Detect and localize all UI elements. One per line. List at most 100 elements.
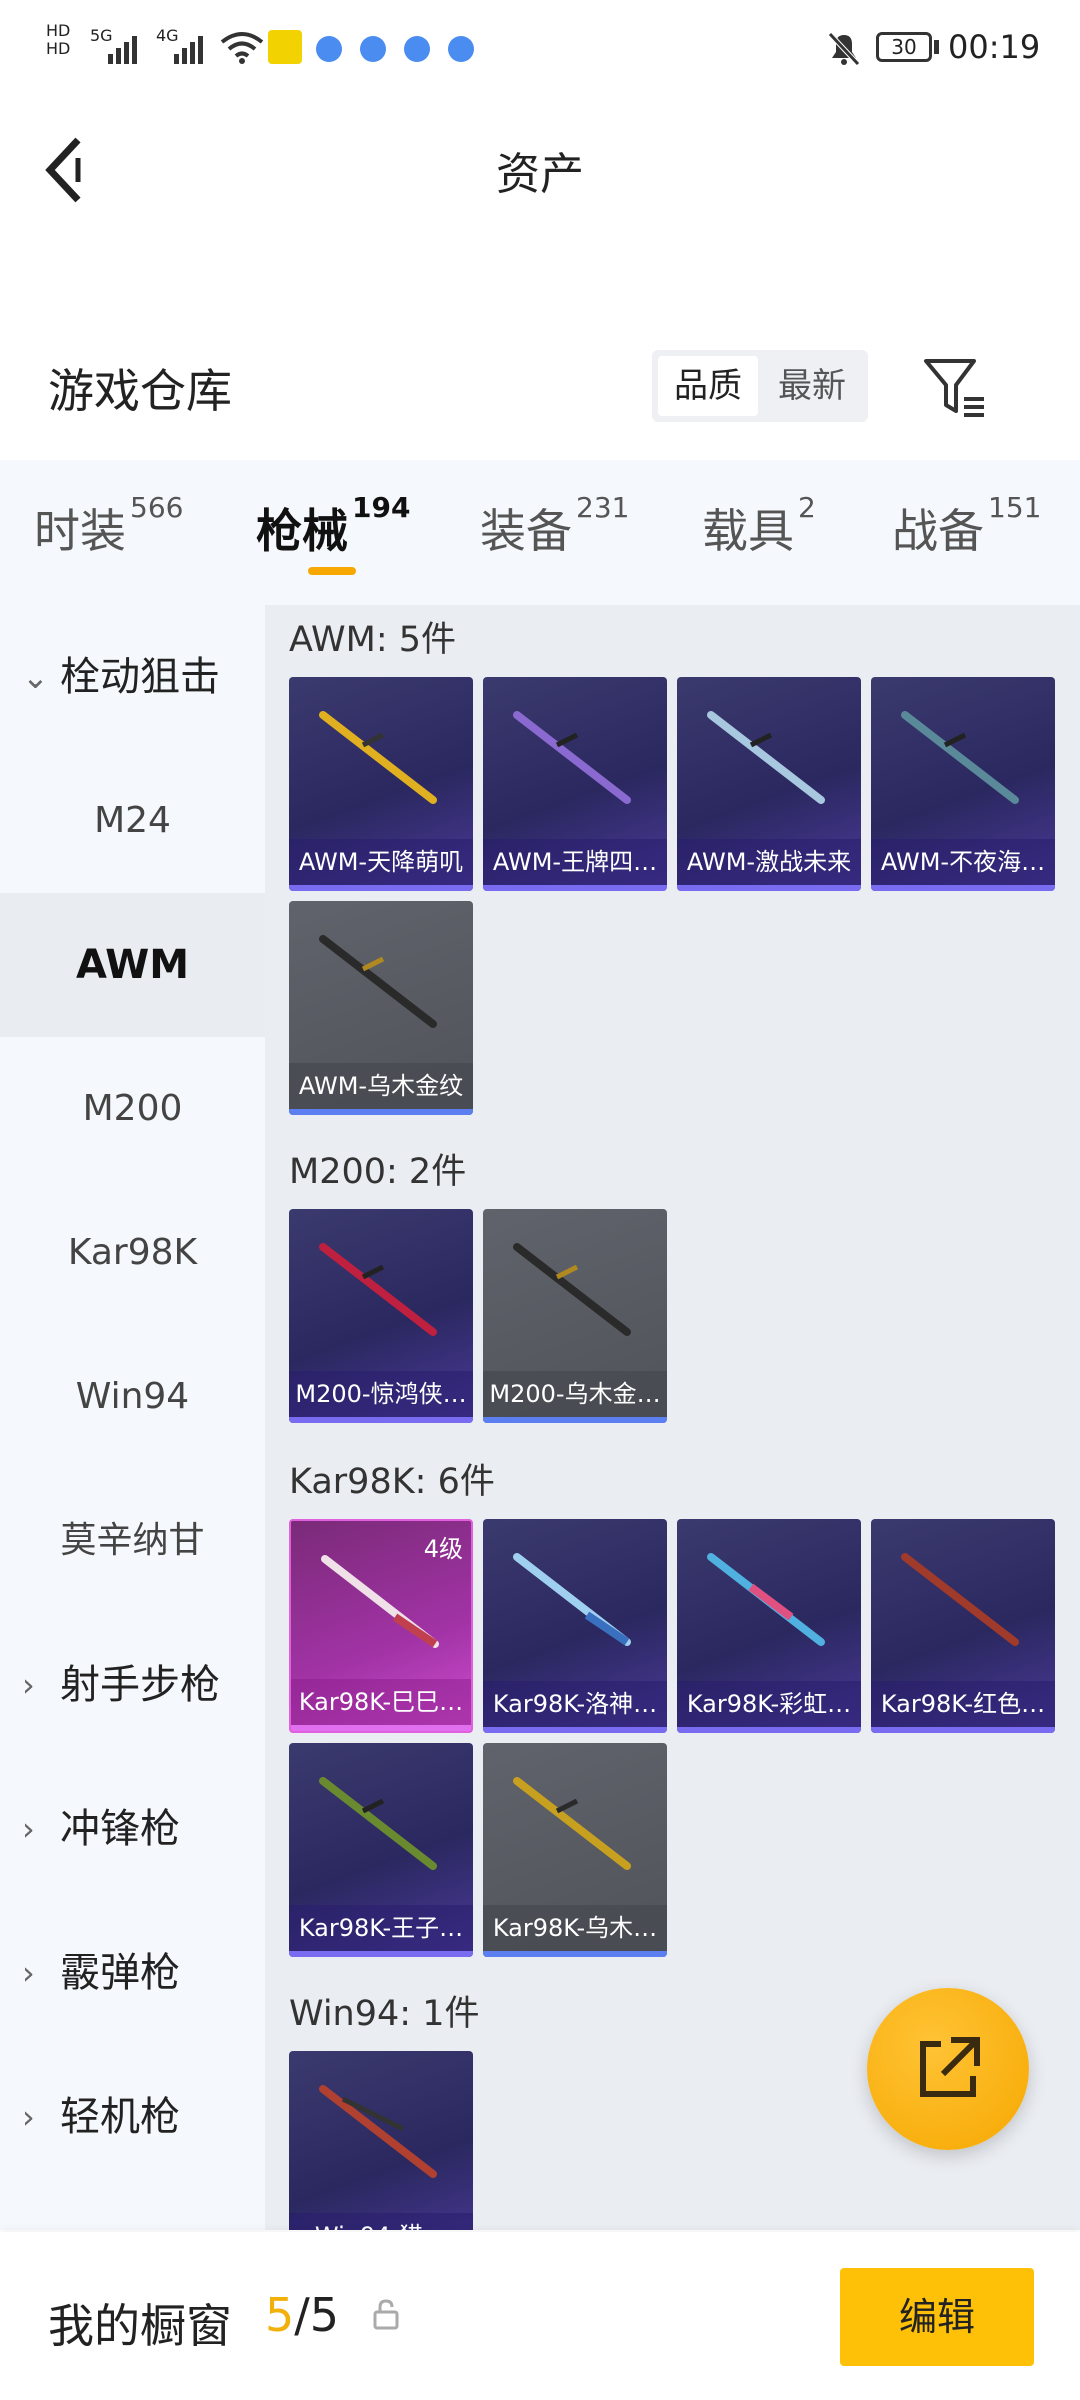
skin-name: Kar98K-巳巳… [291, 1679, 471, 1725]
sidebar-group-dmr[interactable]: › 射手步枪 [0, 1613, 265, 1757]
skin-name: M200-乌木金… [483, 1371, 667, 1417]
app-notification-icon [268, 30, 302, 64]
category-tabs: 时装 566 枪械 194 装备 231 载具 2 战备 151 [0, 460, 1080, 605]
skin-card[interactable]: Kar98K-王子… [289, 1743, 473, 1957]
sidebar-item-m200[interactable]: M200 [0, 1037, 265, 1181]
rifle-icon [319, 935, 437, 1028]
skin-card[interactable]: M200-乌木金… [483, 1209, 667, 1423]
skin-card[interactable]: AWM-王牌四… [483, 677, 667, 891]
showcase-total: 5 [309, 2288, 340, 2342]
notification-dot-icon [448, 36, 474, 62]
rifle-icon [319, 2085, 437, 2178]
sort-latest-button[interactable]: 最新 [762, 356, 862, 416]
skin-card[interactable]: Kar98K-乌木… [483, 1743, 667, 1957]
tab-equipment[interactable]: 装备 231 [480, 491, 629, 561]
skin-name: Kar98K-王子… [289, 1905, 473, 1951]
tab-label: 装备 [480, 504, 572, 558]
chevron-down-icon: ⌄ [22, 658, 49, 696]
signal-4g-icon [174, 36, 203, 64]
chevron-right-icon: › [22, 2098, 35, 2136]
rifle-icon [513, 1553, 631, 1646]
status-bar: HD HD 5G 4G 30 00:19 [0, 0, 1080, 100]
skin-card[interactable]: AWM-不夜海… [871, 677, 1055, 891]
skin-card[interactable]: AWM-乌木金纹 [289, 901, 473, 1115]
rifle-icon [319, 711, 437, 804]
tab-label: 时装 [34, 504, 126, 558]
sidebar-group-lmg[interactable]: › 轻机枪 [0, 2045, 265, 2189]
skin-card[interactable]: M200-惊鸿侠… [289, 1209, 473, 1423]
rarity-bar [483, 1417, 667, 1423]
tab-label: 载具 [702, 504, 794, 558]
skin-name: AWM-王牌四… [483, 839, 667, 885]
skin-card[interactable]: Kar98K-红色… [871, 1519, 1055, 1733]
skin-card[interactable]: Kar98K-洛神… [483, 1519, 667, 1733]
rarity-bar [291, 1725, 471, 1731]
group-title-m200: M200: 2件 [289, 1152, 467, 1192]
filter-icon[interactable] [922, 355, 986, 419]
section-title: 游戏仓库 [48, 364, 232, 418]
lock-icon [373, 2299, 399, 2330]
sidebar-item-m24[interactable]: M24 [0, 749, 265, 893]
tab-count: 231 [576, 491, 630, 524]
sidebar-group-bolt-action[interactable]: ⌄ 栓动狙击 [0, 605, 265, 749]
sort-quality-button[interactable]: 品质 [658, 356, 758, 416]
chevron-right-icon: › [22, 1666, 35, 1704]
bell-muted-icon [828, 32, 860, 66]
level-badge: 4级 [423, 1535, 463, 1563]
weapon-grid: AWM: 5件 AWM-天降萌叽 AWM-王牌四… AWM-激战未来 AWM-不… [265, 605, 1080, 2230]
notification-dot-icon [316, 36, 342, 62]
skin-card[interactable]: Win94-猎… [289, 2051, 473, 2230]
notification-dot-icon [404, 36, 430, 62]
skin-name: AWM-天降萌叽 [289, 839, 473, 885]
rarity-bar [289, 1417, 473, 1423]
sidebar-group-shotgun[interactable]: › 霰弹枪 [0, 1901, 265, 2045]
rifle-icon [513, 1243, 631, 1336]
showcase-current: 5 [265, 2288, 295, 2342]
sidebar-group-label: 射手步枪 [60, 1662, 220, 1708]
skin-card[interactable]: AWM-激战未来 [677, 677, 861, 891]
hd-label-1: HD [46, 21, 71, 40]
wifi-icon [220, 32, 264, 64]
tab-guns[interactable]: 枪械 194 [256, 491, 410, 561]
active-tab-indicator [308, 567, 356, 575]
skin-name: AWM-乌木金纹 [289, 1063, 473, 1109]
sidebar-item-kar98k[interactable]: Kar98K [0, 1181, 265, 1325]
sidebar-item-mosin[interactable]: 莫辛纳甘 [0, 1469, 265, 1613]
rarity-bar [677, 1727, 861, 1733]
rarity-bar [871, 1727, 1055, 1733]
sidebar-group-label: 栓动狙击 [60, 654, 220, 700]
rifle-icon [901, 1553, 1019, 1646]
rarity-bar [483, 1727, 667, 1733]
clock: 00:19 [948, 28, 1041, 66]
group-title-awm: AWM: 5件 [289, 620, 457, 660]
skin-card[interactable]: 4级 Kar98K-巳巳… [289, 1519, 473, 1733]
battery-indicator: 30 [876, 32, 932, 62]
rifle-icon [707, 1553, 825, 1646]
sidebar-group-smg[interactable]: › 冲锋枪 [0, 1757, 265, 1901]
group-title-win94: Win94: 1件 [289, 1994, 480, 2034]
skin-name: Kar98K-彩虹… [677, 1681, 861, 1727]
tab-supplies[interactable]: 战备 151 [892, 491, 1041, 561]
tab-vehicles[interactable]: 载具 2 [702, 491, 816, 561]
notification-dot-icon [360, 36, 386, 62]
chevron-right-icon: › [22, 1954, 35, 1992]
sort-toggle: 品质 最新 [652, 350, 868, 422]
tab-count: 151 [988, 491, 1042, 524]
sidebar-group-label: 霰弹枪 [60, 1950, 180, 1996]
rifle-icon [707, 711, 825, 804]
skin-card[interactable]: AWM-天降萌叽 [289, 677, 473, 891]
sidebar: ⌄ 栓动狙击 M24 AWM M200 Kar98K Win94 莫辛纳甘 › … [0, 605, 265, 2230]
rarity-bar [289, 1109, 473, 1115]
skin-card[interactable]: Kar98K-彩虹… [677, 1519, 861, 1733]
skin-name: M200-惊鸿侠… [289, 1371, 473, 1417]
tab-label: 枪械 [256, 504, 348, 558]
tab-fashion[interactable]: 时装 566 [34, 491, 183, 561]
signal-5g-icon [108, 36, 137, 64]
edit-button[interactable]: 编辑 [840, 2268, 1034, 2366]
share-fab-button[interactable] [867, 1988, 1029, 2150]
sidebar-item-win94[interactable]: Win94 [0, 1325, 265, 1469]
sidebar-item-awm[interactable]: AWM [0, 893, 265, 1037]
skin-name: Win94-猎… [289, 2213, 473, 2230]
showcase-count: 5/5 [265, 2288, 339, 2342]
rarity-bar [677, 885, 861, 891]
